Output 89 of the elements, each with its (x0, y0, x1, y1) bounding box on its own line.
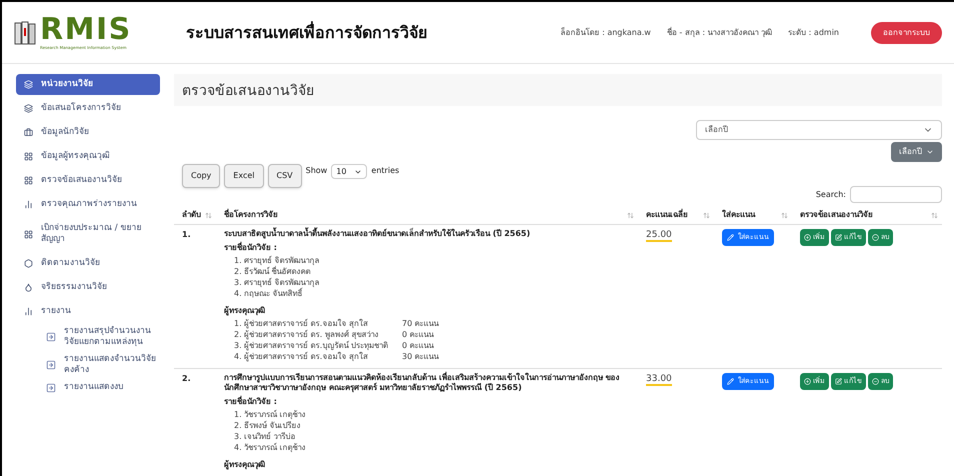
grid-icon (24, 176, 33, 185)
average-score: 25.00 (646, 230, 672, 242)
briefcase-icon (24, 128, 33, 137)
logo-text: RMIS (40, 15, 132, 45)
average-score: 33.00 (646, 374, 672, 386)
researcher-name: 1. วัชราภรณ์ เกตุช้าง (234, 409, 307, 420)
minus-icon (872, 378, 879, 385)
sort-icon (627, 212, 634, 218)
researcher-name: 3. เจนวิทย์ วารีบ่อ (234, 431, 297, 442)
system-title: ระบบสารสนเทศเพื่อการจัดการวิจัย (186, 20, 427, 44)
reviewer-score: 70 คะแนน (402, 318, 439, 329)
researcher-name: 4. กฤษณะ จันทสิทธิ์ (234, 288, 304, 299)
sidebar-item[interactable]: จริยธรรมงานวิจัย (16, 277, 160, 298)
arrow-box-icon (46, 332, 56, 342)
arrow-box-icon (46, 360, 56, 370)
year-dropdown-button[interactable]: เลือกปี (891, 142, 942, 162)
layers-icon (24, 104, 33, 113)
layers-icon (24, 80, 33, 89)
reviewer-score: 0 คะแนน (402, 340, 434, 351)
project-title: ระบบสาธิตสูบน้ำบาดาลน้ำตื้นพลังงานแสงอาทิตย์ขนาดเล็กสำหรับใช้ในครัวเรือน (ปี 2565) (224, 229, 532, 239)
researcher-name: 1. ศรายุทธ์ จิตรพัฒนากุล (234, 255, 321, 266)
sidebar-item[interactable]: หน่วยงานวิจัย (16, 74, 160, 95)
column-header[interactable]: คะแนนเฉลี่ย (646, 209, 688, 221)
reviewers-heading: ผู้ทรงคุณวุฒิ (224, 305, 266, 316)
bar-chart-icon (24, 200, 33, 209)
column-header[interactable]: ใส่คะแนน (722, 209, 755, 221)
books-icon (14, 20, 36, 46)
user-level: ระดับ : admin (788, 26, 839, 38)
reviewer-score: 30 คะแนน (402, 351, 439, 362)
sidebar-item[interactable]: รายงาน (16, 301, 160, 322)
column-header[interactable]: ลำดับ (182, 209, 201, 221)
export-button[interactable]: Excel (224, 164, 264, 188)
grid-icon (24, 230, 33, 238)
grid-icon (24, 152, 33, 161)
pencil-icon (727, 234, 734, 241)
sidebar-item[interactable]: ข้อมูลนักวิจัย (16, 122, 160, 143)
researchers-heading: รายชื่อนักวิจัย : (224, 396, 278, 407)
sort-icon (781, 212, 788, 218)
reviewer-name: 3. ผู้ช่วยศาสตราจารย์ ดร.บุญรัตน์ ประทุมชาติ (234, 340, 389, 351)
researcher-name: 4. วัชราภรณ์ เกตุช้าง (234, 442, 307, 453)
search-label: Search: (816, 188, 846, 200)
logout-button[interactable]: ออกจากระบบ (871, 22, 942, 44)
sidebar-item[interactable]: ติดตามงานวิจัย (16, 253, 160, 274)
row-number: 2. (182, 374, 191, 383)
bar-chart-icon (24, 307, 33, 316)
reviewer-name: 1. ผู้ช่วยศาสตราจารย์ ดร.จอมใจ สุกใส (234, 318, 369, 329)
show-label: Show (306, 165, 328, 177)
sidebar-item[interactable]: ข้อมูลผู้ทรงคุณวุฒิ (16, 146, 160, 167)
sidebar-subitem[interactable]: รายงานแสดงจำนวนวิจัยคงค้าง (46, 352, 160, 378)
export-button[interactable]: Copy (182, 164, 220, 188)
search-field[interactable] (850, 186, 942, 203)
sort-icon (205, 212, 212, 218)
sidebar-item[interactable]: เบิกจ่ายงบประมาณ / ขยายสัญญา (16, 218, 160, 250)
arrow-box-icon (46, 382, 56, 392)
pencil-icon (727, 378, 734, 385)
user-name: ชื่อ - สกุล : นางสาวอังคณา วุฒิ (666, 26, 772, 38)
edit-icon (835, 234, 842, 241)
sidebar-item[interactable]: ตรวจข้อเสนองานวิจัย (16, 170, 160, 191)
drop-icon (24, 283, 33, 292)
column-header[interactable]: ชื่อโครงการวิจัย (224, 209, 278, 221)
caret-icon (926, 148, 934, 156)
sidebar-subitem[interactable]: รายงานแสดงงบ (46, 380, 160, 395)
edit-icon (835, 378, 842, 385)
sidebar-subitem[interactable]: รายงานสรุปจำนวนงานวิจัยแยกตามแหล่งทุน (46, 324, 160, 350)
hexagon-icon (24, 259, 33, 268)
researcher-name: 2. ธีรพงษ์ จันเปรียง (234, 420, 302, 431)
reviewer-score: 0 คะแนน (402, 329, 434, 340)
researchers-heading: รายชื่อนักวิจัย : (224, 242, 278, 253)
entries-label: entries (371, 165, 400, 177)
minus-icon (872, 234, 879, 241)
reviewer-name: 2. ผู้ช่วยศาสตราจารย์ ดร. พูลพงศ์ สุขสว่าง (234, 329, 380, 340)
plus-icon (804, 234, 811, 241)
sidebar-item[interactable]: ข้อเสนอโครงการวิจัย (16, 98, 160, 119)
sidebar-item[interactable]: ตรวจคุณภาพร่างรายงาน (16, 194, 160, 215)
entries-select[interactable]: 10 (331, 164, 368, 179)
login-info: ล็อกอินโดย : angkana.w (560, 26, 651, 38)
project-title: การศึกษารูปแบบการเรียนการสอนตามแนวคิดห้องเรียนกลับด้าน เพื่อเสริมสร้างความเข้าใจในการอ่านภาษาอังกฤษ ของนักศึกษาสาขาวิชาภาษาอังกฤษ คณะครุศาสตร์ มหาวิทยาลัยราชภัฏรำไพพรรณี (ปี 2565) (224, 373, 621, 393)
year-select[interactable]: เลือกปี (696, 120, 942, 140)
row-number: 1. (182, 230, 191, 239)
sort-icon (931, 212, 938, 218)
reviewers-heading: ผู้ทรงคุณวุฒิ (224, 459, 266, 470)
column-header[interactable]: ตรวจข้อเสนองานวิจัย (800, 209, 873, 221)
plus-icon (804, 378, 811, 385)
page-title: ตรวจข้อเสนองานวิจัย (182, 83, 314, 99)
researcher-name: 3. ศรายุทธ์ จิตรพัฒนากุล (234, 277, 321, 288)
reviewer-name: 4. ผู้ช่วยศาสตราจารย์ ดร.จอมใจ สุกใส (234, 351, 369, 362)
export-button[interactable]: CSV (268, 164, 302, 188)
researcher-name: 2. ธีรวัฒน์ ชื่นอัศดงคต (234, 266, 312, 277)
sort-icon (703, 212, 710, 218)
